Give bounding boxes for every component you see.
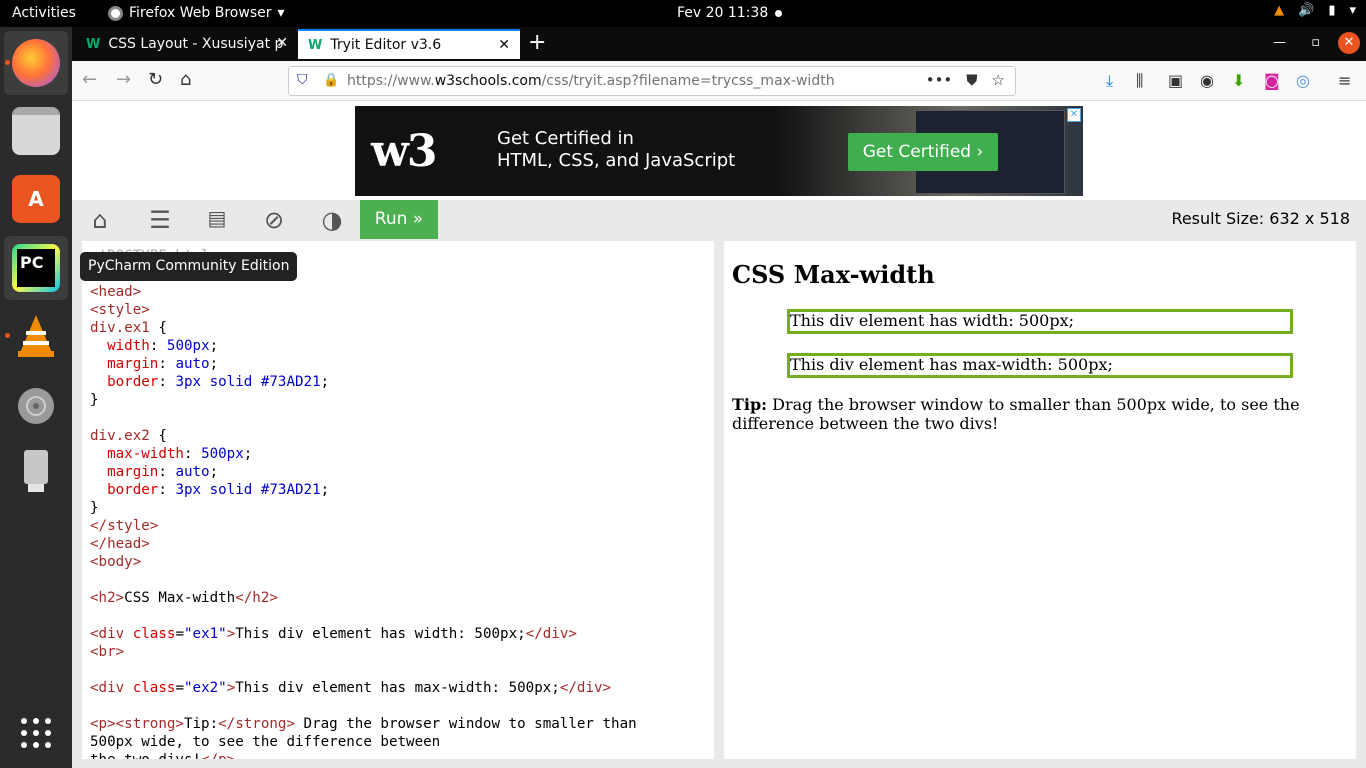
- running-indicator-icon: [5, 333, 10, 338]
- code-content[interactable]: <!DOCTYPE html> <html> <head> <style> di…: [90, 247, 637, 759]
- software-center-icon[interactable]: A: [12, 175, 60, 223]
- extension-icon[interactable]: ◎: [1296, 71, 1310, 90]
- bookmark-star-icon[interactable]: ☆: [992, 71, 1005, 89]
- home-icon[interactable]: ⌂: [180, 69, 191, 90]
- dock: A PC: [0, 27, 72, 768]
- app-menu-label: Firefox Web Browser: [129, 5, 272, 21]
- download-helper-icon[interactable]: ⬇: [1232, 71, 1245, 90]
- result-pane: CSS Max-width This div element has width…: [724, 241, 1356, 759]
- result-heading: CSS Max-width: [732, 260, 935, 289]
- lock-icon[interactable]: 🔒: [323, 73, 339, 88]
- files-icon[interactable]: [12, 107, 60, 155]
- back-icon[interactable]: ←: [82, 69, 97, 90]
- downloads-icon[interactable]: ⤓: [1106, 71, 1113, 91]
- tip-paragraph: Tip: Drag the browser window to smaller …: [732, 395, 1332, 433]
- home-icon[interactable]: ⌂: [76, 206, 124, 234]
- rotate-layout-icon[interactable]: ⊘: [250, 206, 298, 234]
- library-icon[interactable]: ⫼: [1136, 71, 1143, 91]
- tab-tryit-editor[interactable]: W Tryit Editor v3.6 ✕: [298, 29, 520, 59]
- tip-text: Drag the browser window to smaller than …: [732, 395, 1300, 433]
- tracking-shield-icon[interactable]: ⛉: [297, 72, 308, 88]
- url-actions: ••• ⛊ ☆: [926, 71, 1005, 89]
- run-button[interactable]: Run »: [360, 200, 438, 239]
- maximize-icon[interactable]: ▫: [1311, 35, 1320, 50]
- url-bar[interactable]: ⛉ 🔒 https://www.w3schools.com/css/tryit.…: [288, 66, 1016, 96]
- vlc-tray-icon[interactable]: ▲: [1274, 3, 1284, 18]
- tryit-work-area: <!DOCTYPE html> <html> <head> <style> di…: [72, 239, 1366, 768]
- tab-title: Tryit Editor v3.6: [330, 37, 442, 53]
- close-window-icon[interactable]: ✕: [1338, 32, 1360, 54]
- firefox-window: W CSS Layout - Xususiyat p ✕ W Tryit Edi…: [72, 27, 1366, 768]
- minimize-icon[interactable]: —: [1273, 35, 1286, 50]
- tryit-toolbar: ⌂ ☰ ▤ ⊘ ◑ Run » Result Size: 632 x 518: [72, 200, 1366, 239]
- save-icon[interactable]: ▤: [193, 206, 241, 234]
- code-editor[interactable]: <!DOCTYPE html> <html> <head> <style> di…: [82, 241, 714, 759]
- volume-icon: 🔊: [1298, 3, 1315, 18]
- close-tab-icon[interactable]: ✕: [276, 35, 288, 51]
- max-width-500-box: This div element has max-width: 500px;: [787, 353, 1293, 378]
- disc-icon[interactable]: [12, 382, 60, 430]
- ad-headline-2: HTML, CSS, and JavaScript: [497, 150, 736, 171]
- ad-close-icon[interactable]: ✕: [1067, 108, 1081, 122]
- width-500-box: This div element has width: 500px;: [787, 309, 1293, 334]
- ad-banner[interactable]: w3 Get Certified in HTML, CSS, and JavaS…: [355, 106, 1083, 196]
- app-menu[interactable]: Firefox Web Browser ▾: [108, 5, 285, 21]
- tab-title: CSS Layout - Xususiyat p: [108, 36, 284, 52]
- get-certified-button[interactable]: Get Certified ›: [848, 133, 998, 171]
- app-grid-icon[interactable]: [12, 709, 60, 757]
- vlc-icon[interactable]: [12, 312, 60, 360]
- navigation-bar: ← → ↻ ⌂ ⛉ 🔒 https://www.w3schools.com/cs…: [72, 61, 1366, 101]
- new-tab-icon[interactable]: +: [528, 30, 546, 55]
- notification-dot-icon: [775, 10, 782, 17]
- tab-bar: W CSS Layout - Xususiyat p ✕ W Tryit Edi…: [72, 27, 1366, 61]
- pycharm-icon[interactable]: PC: [12, 244, 60, 292]
- instagram-icon[interactable]: ◙: [1264, 71, 1280, 90]
- running-indicator-icon: [5, 60, 10, 65]
- pocket-icon[interactable]: ⛊: [966, 71, 977, 89]
- clock[interactable]: Fev 20 11:38: [677, 5, 768, 21]
- menu-icon[interactable]: ≡: [1338, 71, 1351, 90]
- ad-headline-1: Get Certified in: [497, 128, 634, 149]
- menu-icon[interactable]: ☰: [136, 206, 184, 234]
- sidebar-icon[interactable]: ▣: [1168, 71, 1183, 90]
- w3schools-favicon-icon: W: [308, 37, 323, 53]
- w3-logo: w3: [371, 126, 437, 177]
- reload-icon[interactable]: ↻: [148, 69, 163, 90]
- usb-drive-icon[interactable]: [12, 447, 60, 495]
- firefox-small-icon: [108, 5, 123, 21]
- w3schools-favicon-icon: W: [86, 36, 101, 52]
- tab-css-layout[interactable]: W CSS Layout - Xususiyat p ✕: [76, 29, 298, 59]
- firefox-icon[interactable]: [12, 39, 60, 87]
- chevron-down-icon: ▾: [1349, 3, 1356, 18]
- tip-label: Tip:: [732, 395, 768, 414]
- theme-toggle-icon[interactable]: ◑: [308, 206, 356, 234]
- system-tray[interactable]: ▲ 🔊 ▮ ▾: [1274, 3, 1356, 18]
- gnome-top-bar: Activities Firefox Web Browser ▾ Fev 20 …: [0, 0, 1366, 27]
- result-size-label: Result Size: 632 x 518: [1171, 209, 1350, 228]
- forward-icon[interactable]: →: [116, 69, 131, 90]
- page-actions-icon[interactable]: •••: [926, 71, 953, 89]
- dock-tooltip: PyCharm Community Edition: [80, 252, 298, 281]
- url-text[interactable]: https://www.w3schools.com/css/tryit.asp?…: [347, 73, 835, 89]
- activities-button[interactable]: Activities: [12, 5, 76, 21]
- battery-icon: ▮: [1328, 3, 1336, 18]
- chevron-down-icon: ▾: [277, 5, 285, 21]
- close-tab-icon[interactable]: ✕: [498, 37, 510, 53]
- account-icon[interactable]: ◉: [1200, 71, 1214, 90]
